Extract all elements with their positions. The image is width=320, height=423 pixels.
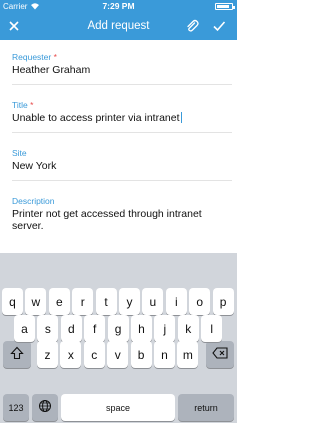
title-input[interactable]: Unable to access printer via intranet [12, 112, 232, 124]
battery-icon [215, 3, 235, 10]
keyboard: 123 space return qwertyuiop asdfghjkl zxcv… [0, 253, 237, 423]
key-q[interactable]: q [2, 288, 23, 315]
key-h[interactable]: h [131, 315, 152, 342]
key-u[interactable]: u [142, 288, 164, 315]
key-b[interactable]: b [130, 341, 152, 368]
divider [12, 132, 232, 133]
key-j[interactable]: j [154, 315, 176, 342]
space-key[interactable]: space [61, 394, 175, 421]
key-k[interactable]: k [177, 315, 199, 342]
site-value[interactable]: New York [12, 160, 232, 172]
key-y[interactable]: y [119, 288, 140, 315]
requester-label: Requester * [12, 52, 57, 62]
key-s[interactable]: s [37, 315, 59, 342]
key-c[interactable]: c [83, 341, 105, 368]
description-field[interactable]: Description Printer not get accessed thr… [12, 196, 232, 232]
key-v[interactable]: v [107, 341, 129, 368]
divider [12, 180, 232, 181]
numbers-key[interactable]: 123 [3, 394, 29, 421]
shift-key[interactable] [3, 341, 31, 368]
key-t[interactable]: t [95, 288, 117, 315]
requester-field[interactable]: Requester * Heather Graham [12, 52, 232, 85]
divider [12, 84, 232, 85]
key-a[interactable]: a [14, 315, 35, 342]
page-title: Add request [87, 20, 150, 32]
title-label: Title * [12, 100, 34, 110]
globe-icon [38, 399, 52, 416]
key-r[interactable]: r [72, 288, 94, 315]
key-p[interactable]: p [212, 288, 234, 315]
key-m[interactable]: m [177, 341, 199, 368]
status-bar: Carrier 7:29 PM [0, 0, 237, 13]
site-field[interactable]: Site New York [12, 148, 232, 181]
key-o[interactable]: o [189, 288, 211, 315]
title-field[interactable]: Title * Unable to access printer via int… [12, 100, 232, 133]
paperclip-icon[interactable] [184, 18, 200, 34]
navigation-bar: Add request [0, 13, 237, 40]
key-i[interactable]: i [165, 288, 187, 315]
site-label: Site [12, 148, 27, 158]
backspace-icon [212, 347, 228, 362]
backspace-key[interactable] [206, 341, 234, 368]
text-cursor [180, 112, 182, 123]
shift-icon [10, 346, 24, 363]
return-key[interactable]: return [178, 394, 234, 421]
key-d[interactable]: d [60, 315, 82, 342]
requester-value[interactable]: Heather Graham [12, 64, 232, 76]
key-x[interactable]: x [60, 341, 82, 368]
key-n[interactable]: n [154, 341, 175, 368]
key-w[interactable]: w [25, 288, 47, 315]
key-e[interactable]: e [48, 288, 70, 315]
description-label: Description [12, 196, 55, 206]
clock-time: 7:29 PM [102, 1, 135, 11]
globe-key[interactable] [32, 394, 58, 421]
key-g[interactable]: g [107, 315, 129, 342]
checkmark-icon[interactable] [211, 18, 227, 34]
key-l[interactable]: l [201, 315, 223, 342]
key-f[interactable]: f [84, 315, 106, 342]
description-value[interactable]: Printer not get accessed through intrane… [12, 208, 232, 232]
key-z[interactable]: z [37, 341, 58, 368]
